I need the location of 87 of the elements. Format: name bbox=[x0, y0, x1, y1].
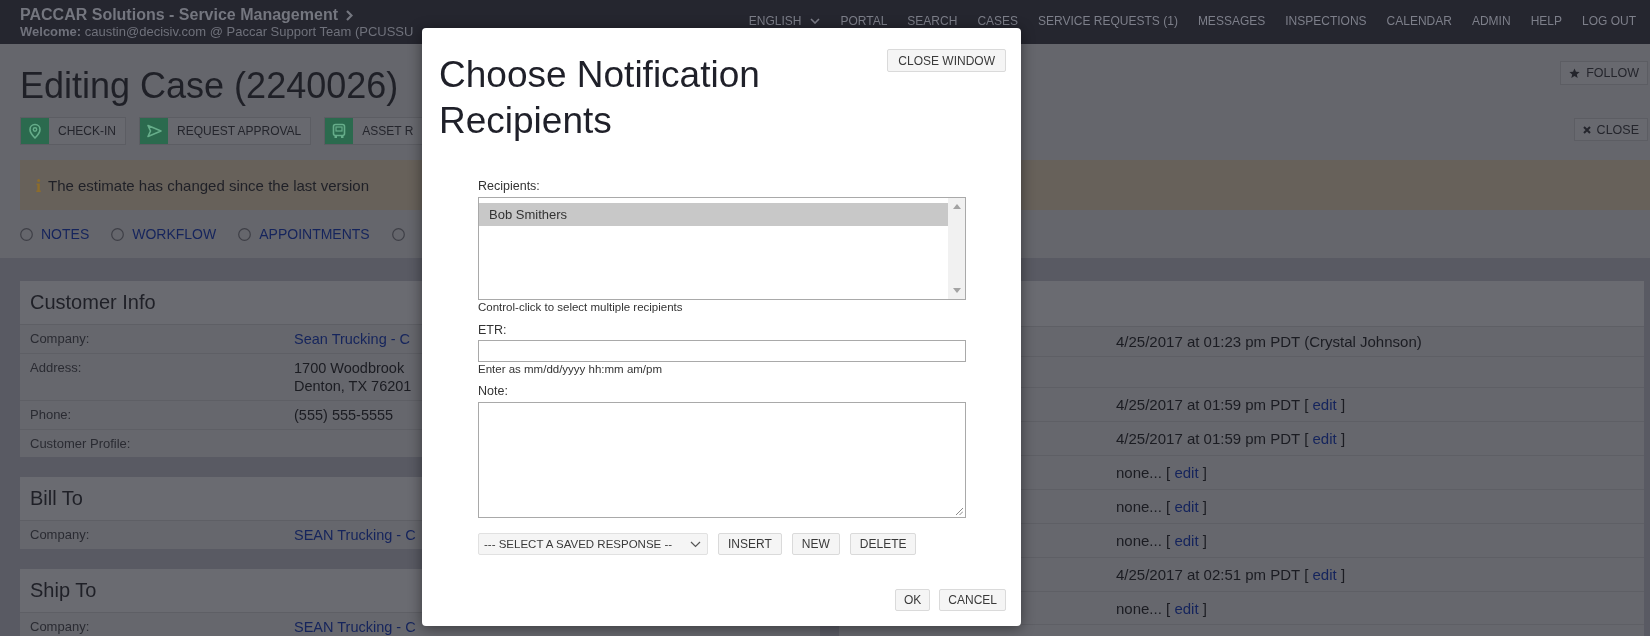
nav-link[interactable]: MESSAGES bbox=[1197, 14, 1266, 28]
chevron-down-icon bbox=[810, 18, 821, 24]
field-label: Note: bbox=[478, 383, 508, 399]
field-label: ETR: bbox=[478, 322, 507, 338]
field-value: (555) 555-5555 bbox=[294, 406, 394, 424]
nav-link[interactable]: CALENDAR bbox=[1386, 14, 1452, 28]
hint-text: Enter as mm/dd/yyyy hh:mm am/pm bbox=[478, 362, 663, 376]
field-label: Company: bbox=[30, 330, 91, 348]
field-label: Recipients: bbox=[478, 178, 540, 194]
edit-link[interactable]: edit bbox=[1174, 464, 1199, 481]
hint-text: Control-click to select multiple recipients bbox=[478, 300, 683, 314]
tab[interactable] bbox=[391, 227, 405, 241]
row-value: none... [ edit ] bbox=[1116, 464, 1207, 481]
row-value: 4/25/2017 at 01:59 pm PDT [ edit ] bbox=[1116, 430, 1346, 447]
nav-link[interactable]: HELP bbox=[1530, 14, 1562, 28]
note-field[interactable] bbox=[478, 402, 966, 518]
tab[interactable]: WORKFLOW bbox=[111, 226, 217, 242]
field-link[interactable]: Sean Trucking - C bbox=[294, 330, 411, 348]
caret-up-icon bbox=[952, 204, 961, 209]
dialog-title: Choose Notification Recipients bbox=[439, 53, 761, 143]
toolbar-button[interactable]: REQUEST APPROVAL bbox=[139, 117, 312, 145]
panel-title: Bill To bbox=[30, 487, 83, 510]
star-icon bbox=[1569, 67, 1581, 79]
dialog-button[interactable]: OK bbox=[894, 589, 931, 611]
radio-icon bbox=[111, 227, 125, 241]
chevron-down-icon bbox=[690, 540, 701, 548]
resize-grip-icon[interactable] bbox=[955, 507, 963, 515]
nav-link[interactable]: SERVICE REQUESTS (1) bbox=[1038, 14, 1178, 28]
map-pin-icon bbox=[21, 118, 49, 144]
close-button[interactable]: CLOSE bbox=[1573, 118, 1648, 141]
nav-link[interactable]: ADMIN bbox=[1471, 14, 1511, 28]
nav-link[interactable]: PORTAL bbox=[840, 14, 888, 28]
response-button[interactable]: INSERT bbox=[718, 533, 782, 555]
scrollbar[interactable] bbox=[948, 198, 965, 299]
recipient-option[interactable]: Bob Smithers bbox=[479, 203, 948, 226]
field-link[interactable]: SEAN Trucking - C bbox=[294, 526, 416, 544]
tab[interactable]: NOTES bbox=[20, 226, 90, 242]
nav-link[interactable]: LOG OUT bbox=[1582, 14, 1636, 28]
row-value: 4/25/2017 at 02:51 pm PDT [ edit ] bbox=[1116, 566, 1346, 583]
panel-title: Customer Info bbox=[30, 291, 156, 314]
vehicle-icon bbox=[325, 118, 354, 144]
row-value: 4/25/2017 at 01:23 pm PDT (Crystal Johnson) bbox=[1116, 333, 1422, 350]
field-label: Phone: bbox=[30, 406, 73, 424]
nav-link[interactable]: INSPECTIONS bbox=[1285, 14, 1367, 28]
dialog-button[interactable]: CANCEL bbox=[939, 589, 1006, 611]
app-title[interactable]: PACCAR Solutions - Service Management bbox=[20, 6, 338, 24]
nav-dropdown[interactable]: ENGLISH bbox=[748, 14, 821, 28]
toolbar-button[interactable]: ASSET R bbox=[324, 117, 424, 145]
response-button[interactable]: NEW bbox=[791, 533, 840, 555]
etr-field[interactable] bbox=[478, 340, 966, 362]
send-icon bbox=[140, 118, 168, 144]
follow-button[interactable]: FOLLOW bbox=[1560, 61, 1648, 85]
field-label: Address: bbox=[30, 359, 83, 377]
response-button[interactable]: DELETE bbox=[849, 533, 917, 555]
close-icon bbox=[1582, 125, 1591, 134]
page-title: Editing Case (2240026) bbox=[20, 65, 400, 107]
edit-link[interactable]: edit bbox=[1174, 498, 1199, 515]
panel-title: Ship To bbox=[30, 579, 97, 602]
info-icon bbox=[36, 178, 41, 192]
row-value: none... [ edit ] bbox=[1116, 532, 1207, 549]
toolbar-button[interactable]: CHECK-IN bbox=[20, 117, 126, 145]
row-value: 4/25/2017 at 01:59 pm PDT [ edit ] bbox=[1116, 396, 1346, 413]
chevron-right-icon bbox=[346, 9, 353, 21]
tab[interactable]: APPOINTMENTS bbox=[238, 226, 370, 242]
alert-text: The estimate has changed since the last version bbox=[48, 176, 369, 194]
edit-link[interactable]: edit bbox=[1312, 396, 1337, 413]
caret-down-icon bbox=[952, 288, 961, 293]
edit-link[interactable]: edit bbox=[1174, 532, 1199, 549]
row-value: none... [ edit ] bbox=[1116, 599, 1207, 617]
field-label: Company: bbox=[30, 526, 91, 544]
field-value: 1700 Woodbrook Denton, TX 76201 bbox=[294, 359, 412, 395]
field-link[interactable]: SEAN Trucking - C bbox=[294, 618, 416, 636]
nav-link[interactable]: SEARCH bbox=[907, 14, 958, 28]
field-label: Customer Profile: bbox=[30, 435, 132, 452]
field-label: Company: bbox=[30, 618, 91, 636]
radio-icon bbox=[391, 227, 405, 241]
edit-link[interactable]: edit bbox=[1312, 566, 1337, 583]
edit-link[interactable]: edit bbox=[1312, 430, 1337, 447]
radio-icon bbox=[238, 227, 252, 241]
radio-icon bbox=[20, 227, 33, 241]
row-value: none... [ edit ] bbox=[1116, 498, 1207, 515]
edit-link[interactable]: edit bbox=[1174, 599, 1199, 617]
saved-response-select[interactable]: --- SELECT A SAVED RESPONSE -- bbox=[478, 533, 708, 555]
nav-link[interactable]: CASES bbox=[977, 14, 1019, 28]
welcome-text: Welcome: caustin@decisiv.com @ Paccar Support Team (PCUSSU bbox=[20, 24, 414, 40]
close-window-button[interactable]: CLOSE WINDOW bbox=[887, 49, 1006, 72]
recipients-list[interactable]: Bob Smithers bbox=[478, 197, 966, 300]
